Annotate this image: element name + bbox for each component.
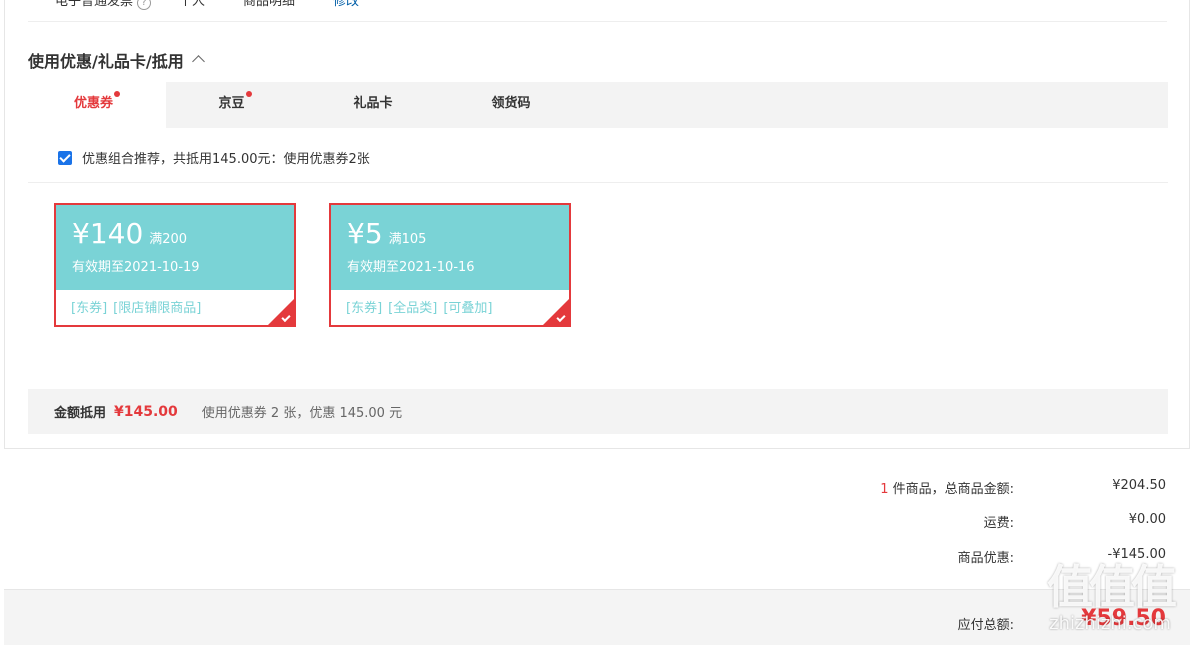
invoice-row: 电子普通发票? 个人 商品明细 修改 [55, 0, 397, 10]
discount-label: 商品优惠: [957, 551, 1014, 566]
coupon-tag: [全品类] [388, 301, 438, 316]
invoice-type: 电子普通发票 [55, 0, 134, 9]
coupon-card[interactable]: ¥5 满105 有效期至2021-10-16 [东券] [全品类] [可叠加] [329, 203, 571, 327]
divider [28, 182, 1168, 183]
item-count-suffix: 件商品，总商品金额: [892, 482, 1014, 497]
tab-label: 京豆 [218, 96, 245, 111]
summary-amount: ¥145.00 [114, 403, 178, 420]
coupon-condition: 满105 [388, 232, 427, 247]
shipping-label: 运费: [983, 516, 1014, 531]
goods-total-value: ¥204.50 [1112, 478, 1166, 493]
coupon-card[interactable]: ¥140 满200 有效期至2021-10-19 [东券] [限店铺限商品] [54, 203, 296, 327]
coupon-tags: [东券] [全品类] [可叠加] [331, 290, 569, 316]
coupon-value: ¥5 [347, 217, 383, 250]
tab-gift-card[interactable]: 礼品卡 [304, 82, 442, 128]
item-count: 1 [880, 482, 889, 497]
recommend-text: 优惠组合推荐，共抵用145.00元：使用优惠券2张 [82, 152, 370, 167]
invoice-title: 个人 [179, 0, 206, 9]
summary-description: 使用优惠券 2 张，优惠 145.00 元 [201, 406, 403, 421]
recommend-row: 优惠组合推荐，共抵用145.00元：使用优惠券2张 [58, 148, 370, 167]
discount-value: -¥145.00 [1107, 547, 1166, 562]
chevron-up-icon[interactable] [191, 55, 205, 68]
coupon-amount: ¥5 满105 [347, 217, 569, 250]
selected-corner [268, 299, 294, 325]
tab-label: 优惠券 [73, 96, 113, 111]
payment-label: 应付总额: [957, 618, 1014, 633]
selected-corner [543, 299, 569, 325]
coupon-expire: 有效期至2021-10-16 [347, 260, 475, 275]
coupon-tag: [东券] [346, 301, 383, 316]
payment-total: ¥59.50 [1081, 606, 1166, 631]
shipping-value: ¥0.00 [1128, 512, 1166, 527]
help-icon[interactable]: ? [137, 0, 152, 10]
coupon-tag: [东券] [71, 301, 108, 316]
section-title-text: 使用优惠/礼品卡/抵用 [28, 52, 184, 71]
coupon-amount: ¥140 满200 [72, 217, 294, 250]
tab-redeem-code[interactable]: 领货码 [442, 82, 580, 128]
tab-label: 领货码 [491, 96, 531, 111]
tab-label: 礼品卡 [353, 96, 393, 111]
coupon-face: ¥140 满200 有效期至2021-10-19 [56, 205, 294, 290]
invoice-modify-link[interactable]: 修改 [333, 0, 359, 9]
goods-total-label: 1 件商品，总商品金额: [880, 478, 1014, 497]
coupon-expire: 有效期至2021-10-19 [72, 260, 200, 275]
invoice-content: 商品明细 [243, 0, 296, 9]
coupon-condition: 满200 [149, 232, 188, 247]
coupon-tags: [东券] [限店铺限商品] [56, 290, 294, 316]
divider [28, 21, 1167, 22]
discount-summary-bar: 金额抵用 ¥145.00 使用优惠券 2 张，优惠 145.00 元 [28, 389, 1168, 434]
notification-dot-icon [245, 91, 252, 97]
summary-label: 金额抵用 [54, 406, 107, 421]
tab-coupon[interactable]: 优惠券 [28, 82, 166, 128]
tab-jingdou[interactable]: 京豆 [166, 82, 304, 128]
recommend-checkbox[interactable] [58, 150, 72, 165]
coupon-face: ¥5 满105 有效期至2021-10-16 [331, 205, 569, 290]
coupon-tag: [可叠加] [443, 301, 493, 316]
coupon-value: ¥140 [72, 217, 144, 250]
discount-tabs: 优惠券 京豆 礼品卡 领货码 [28, 82, 1168, 128]
coupon-tag: [限店铺限商品] [113, 301, 202, 316]
discount-section-title[interactable]: 使用优惠/礼品卡/抵用 [28, 48, 205, 72]
notification-dot-icon [114, 91, 120, 97]
